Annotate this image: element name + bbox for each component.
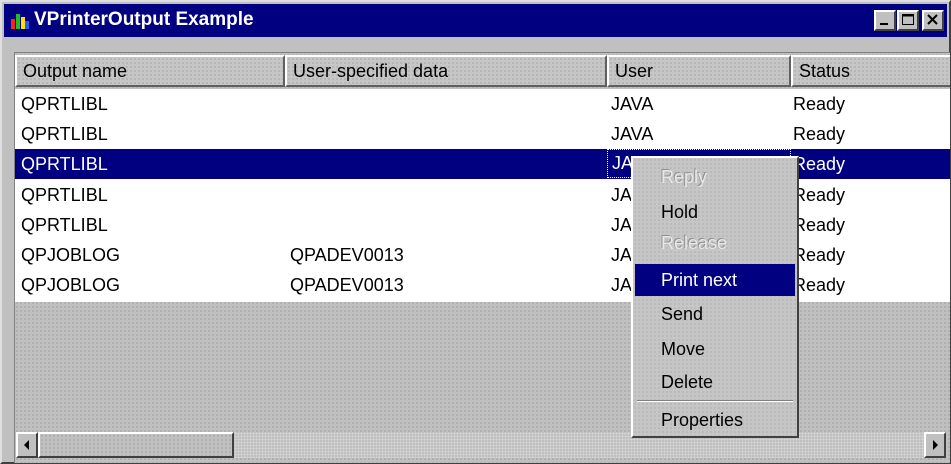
- table-row[interactable]: QPRTLIBL JAVA Ready: [15, 119, 950, 149]
- table-row[interactable]: QPRTLIBL JAVA Ready: [15, 210, 950, 240]
- minimize-icon: [880, 23, 888, 25]
- spooled-output-list: Output name User-specified data User Sta…: [14, 52, 950, 463]
- column-header-output-name[interactable]: Output name: [15, 55, 285, 87]
- scroll-right-button[interactable]: [924, 432, 946, 458]
- status-cell: Ready: [793, 94, 846, 114]
- scroll-left-icon: [24, 440, 29, 450]
- menu-item-move[interactable]: Move: [635, 333, 795, 365]
- output-name-cell: QPJOBLOG: [21, 245, 121, 265]
- user-data-cell: QPADEV0013: [290, 275, 404, 295]
- close-button[interactable]: [922, 10, 944, 31]
- horizontal-scrollbar[interactable]: [16, 432, 946, 460]
- context-menu: Reply Hold Release Print next Send Move …: [631, 156, 799, 438]
- menu-item-send[interactable]: Send: [635, 298, 795, 330]
- column-header-user[interactable]: User: [607, 55, 791, 87]
- table-row-selected[interactable]: QPRTLIBL JAVA Ready: [15, 149, 950, 179]
- status-cell: Ready: [793, 154, 846, 174]
- app-icon: [11, 14, 29, 29]
- output-name-cell: QPRTLIBL: [21, 215, 108, 235]
- status-cell: Ready: [793, 215, 846, 235]
- app-window: VPrinterOutput Example Output name User-…: [0, 0, 951, 464]
- menu-item-print-next[interactable]: Print next: [635, 264, 795, 296]
- output-name-cell: QPRTLIBL: [21, 185, 108, 205]
- output-name-cell: QPRTLIBL: [21, 124, 108, 144]
- output-name-cell: QPRTLIBL: [21, 154, 108, 174]
- table-row[interactable]: QPJOBLOG QPADEV0013 JAVA Ready: [15, 270, 950, 300]
- table-row[interactable]: QPRTLIBL JAVA Ready: [15, 89, 950, 119]
- status-cell: Ready: [793, 124, 846, 144]
- output-name-cell: QPRTLIBL: [21, 94, 108, 114]
- table-body: QPRTLIBL JAVA Ready QPRTLIBL JAVA Ready …: [15, 89, 950, 302]
- user-data-cell: QPADEV0013: [290, 245, 404, 265]
- scrollbar-thumb[interactable]: [38, 432, 234, 458]
- user-cell: JAVA: [611, 94, 654, 114]
- maximize-icon: [902, 14, 914, 25]
- window-title: VPrinterOutput Example: [34, 9, 254, 30]
- menu-item-delete[interactable]: Delete: [635, 366, 795, 398]
- menu-item-properties[interactable]: Properties: [635, 404, 795, 436]
- user-cell: JAVA: [611, 124, 654, 144]
- status-cell: Ready: [793, 275, 846, 295]
- title-bar[interactable]: VPrinterOutput Example: [4, 4, 947, 37]
- table-row[interactable]: QPJOBLOG QPADEV0013 JAVA Ready: [15, 240, 950, 270]
- menu-item-release[interactable]: Release: [635, 227, 795, 259]
- column-header-user-data[interactable]: User-specified data: [285, 55, 607, 87]
- scroll-left-button[interactable]: [16, 432, 38, 458]
- close-icon: [927, 14, 938, 25]
- output-name-cell: QPJOBLOG: [21, 275, 121, 295]
- column-header-status[interactable]: Status: [791, 55, 950, 87]
- status-cell: Ready: [793, 245, 846, 265]
- maximize-button[interactable]: [897, 10, 919, 31]
- menu-item-reply[interactable]: Reply: [635, 161, 795, 193]
- scroll-right-icon: [933, 440, 938, 450]
- scrollbar-track[interactable]: [234, 432, 924, 458]
- status-cell: Ready: [793, 185, 846, 205]
- minimize-button[interactable]: [874, 10, 896, 31]
- menu-item-hold[interactable]: Hold: [635, 196, 795, 228]
- menu-separator: [637, 400, 793, 402]
- table-row[interactable]: QPRTLIBL JAVA Ready: [15, 180, 950, 210]
